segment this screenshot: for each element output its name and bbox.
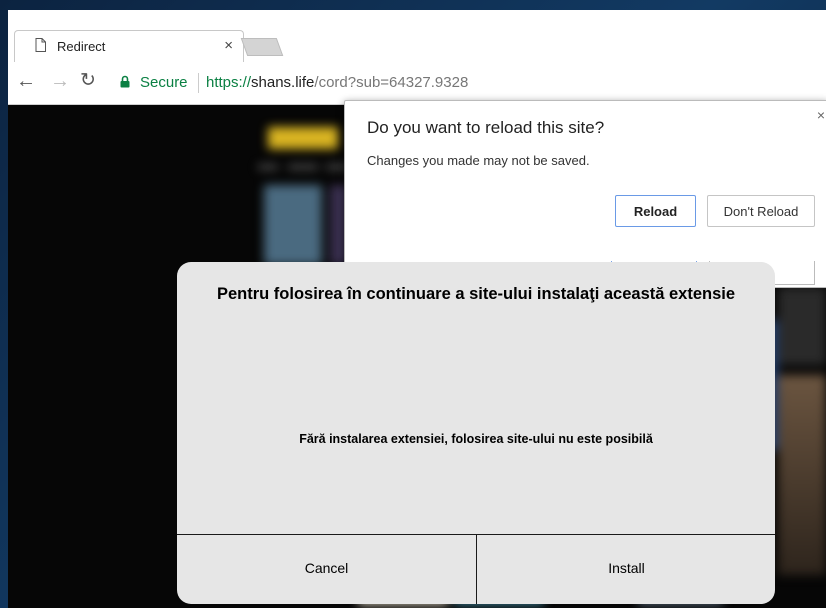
cancel-button[interactable]: Cancel xyxy=(177,535,476,604)
secure-label[interactable]: Secure xyxy=(140,74,188,91)
install-extension-modal: Pentru folosirea în continuare a site-ul… xyxy=(177,262,775,604)
forward-arrow-icon[interactable]: → xyxy=(50,71,70,91)
dialog-title: Do you want to reload this site? xyxy=(367,118,605,137)
reload-button[interactable]: Reload xyxy=(615,195,696,227)
address-divider xyxy=(198,73,199,93)
url-scheme: https:// xyxy=(206,74,252,91)
url-host: shans.life xyxy=(251,74,315,91)
address-bar[interactable]: https://shans.life/cord?sub=64327.9328 xyxy=(206,74,468,91)
site-logo xyxy=(268,127,338,149)
reload-icon[interactable]: ↻ xyxy=(80,71,96,91)
install-button[interactable]: Install xyxy=(477,535,775,604)
back-arrow-icon[interactable]: ← xyxy=(16,71,36,91)
dont-reload-button[interactable]: Don't Reload xyxy=(707,195,815,227)
new-tab-button[interactable] xyxy=(240,38,284,56)
url-path: /cord?sub=64327.9328 xyxy=(314,74,469,91)
tab-strip: Redirect × xyxy=(8,10,826,63)
lock-icon[interactable] xyxy=(120,75,130,88)
tab-redirect[interactable]: Redirect × xyxy=(14,30,244,63)
tab-title: Redirect xyxy=(57,39,106,54)
page-icon xyxy=(35,38,46,52)
dialog-message: Changes you made may not be saved. xyxy=(367,153,590,168)
site-side-artwork xyxy=(778,375,826,575)
toolbar: ← → ↻ Secure https://shans.life/cord?sub… xyxy=(8,62,826,105)
close-icon[interactable]: × xyxy=(224,37,233,54)
modal-title: Pentru folosirea în continuare a site-ul… xyxy=(216,285,736,303)
close-icon[interactable]: × xyxy=(817,107,825,123)
reload-site-dialog: Do you want to reload this site? × Chang… xyxy=(344,100,826,288)
modal-message: Fără instalarea extensiei, folosirea sit… xyxy=(299,432,653,446)
